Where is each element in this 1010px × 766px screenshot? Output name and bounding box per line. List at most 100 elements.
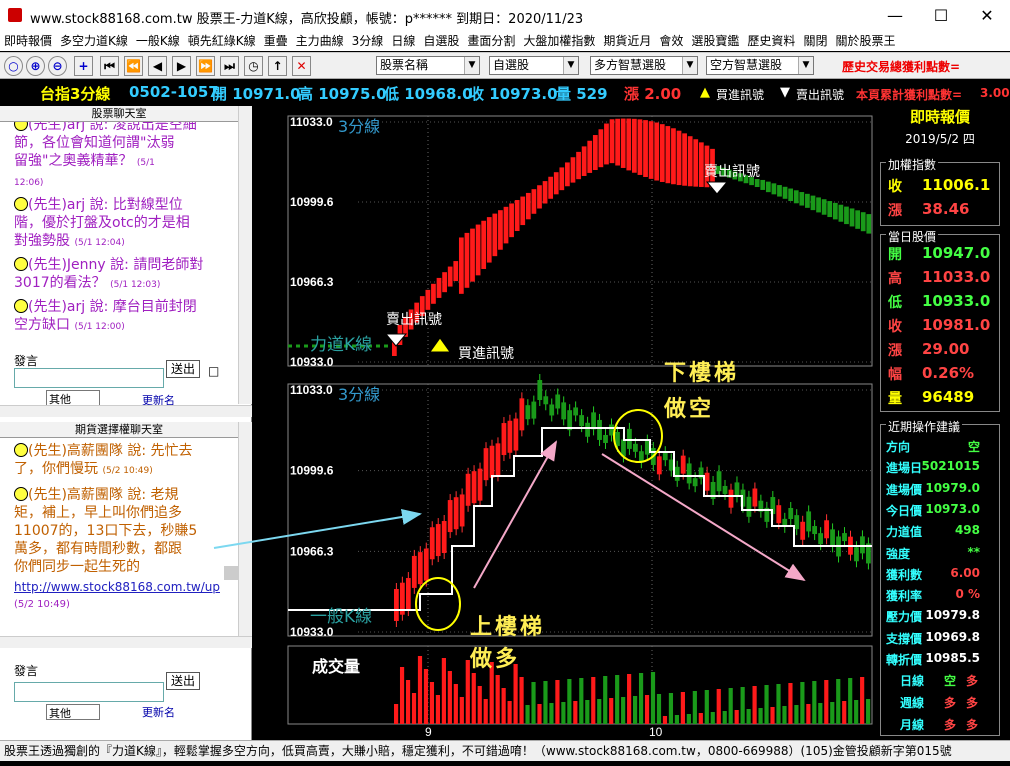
candle-body	[501, 423, 507, 456]
stock-name-select[interactable]: 股票名稱 ▼	[376, 56, 480, 75]
first-icon[interactable]: ⏮	[100, 56, 119, 76]
short-screener-select[interactable]: 空方智慧選股 ▼	[706, 56, 814, 75]
candle-body	[692, 478, 698, 487]
candle-body	[537, 380, 543, 400]
menu-item-redgreen-k[interactable]: 頓先紅綠K線	[184, 31, 260, 51]
zoom-in-icon[interactable]: ⊕	[26, 56, 45, 76]
power-k-bar	[860, 212, 866, 232]
candle-body	[519, 398, 525, 431]
identity-select[interactable]: 其他	[46, 390, 100, 406]
menu-item-screener[interactable]: 選股寶鑑	[687, 31, 743, 51]
chart-canvas[interactable]: 11033.0 10999.6 10966.3 10933.0 3分線 11033.0 10…	[252, 106, 878, 740]
menu-item-futures[interactable]: 期貨近月	[599, 31, 655, 51]
next-icon[interactable]: ▶	[172, 56, 191, 76]
volume-bar	[650, 672, 656, 724]
menu-item-close[interactable]: 關閉	[799, 31, 831, 51]
menu-item-daily[interactable]: 日線	[387, 31, 419, 51]
zoom-reset-icon[interactable]: ○	[4, 56, 23, 76]
login-checkbox[interactable]: □	[208, 364, 219, 378]
candle-body	[860, 536, 865, 554]
x-tick-label: 10	[649, 725, 663, 739]
volume-bar	[394, 704, 399, 724]
signal-label: 買進訊號	[458, 346, 514, 362]
send-button[interactable]: 送出	[166, 360, 200, 378]
stock-chat-scrollbar[interactable]	[238, 106, 252, 404]
chart-area[interactable]: 11033.0 10999.6 10966.3 10933.0 3分線 11033.0 10…	[252, 106, 878, 740]
futures-chat-input[interactable]	[14, 682, 164, 702]
rewind-icon[interactable]: ⏪	[124, 56, 143, 76]
menu-item-power-k[interactable]: 多空力道K線	[56, 31, 132, 51]
scroll-thumb[interactable]	[224, 566, 238, 580]
send-button-2[interactable]: 送出	[166, 672, 200, 690]
menu-item-main-curve[interactable]: 主力曲線	[292, 31, 348, 51]
menu-item-realtime[interactable]: 即時報價	[0, 31, 56, 51]
menu-item-overlay[interactable]: 重疊	[260, 31, 292, 51]
volume-bar	[758, 708, 763, 724]
volume-bar	[812, 681, 817, 724]
chat-link-time: (5/2 10:49)	[14, 599, 70, 610]
power-k-bar	[760, 179, 766, 190]
power-k-bar	[553, 172, 559, 195]
power-k-bar	[777, 185, 782, 197]
long-screener-select[interactable]: 多方智慧選股 ▼	[590, 56, 698, 75]
volume-bar	[638, 673, 644, 724]
volume-bar	[459, 697, 464, 724]
volume-bar	[513, 664, 518, 724]
menu-item-split[interactable]: 畫面分割	[463, 31, 519, 51]
ops-item-label: 今日價	[886, 503, 923, 518]
smiley-icon	[14, 443, 28, 457]
stock-chat-messages: (先生)arj 說: 凌說出是空細 節，各位會知道何謂"汰弱 留強"之奧義精華？ (…	[0, 122, 238, 348]
crosshair-icon[interactable]: +	[74, 56, 93, 76]
maximize-button[interactable]: ☐	[918, 0, 964, 31]
power-k-bar	[447, 266, 453, 287]
menu-item-performance[interactable]: 會效	[655, 31, 687, 51]
volume-bar	[543, 681, 548, 724]
power-k-bar	[509, 203, 514, 238]
menu-item-about[interactable]: 關於股票王	[831, 31, 899, 51]
futures-chat-scrollbar[interactable]	[238, 422, 252, 636]
signal-label: 賣出訊號	[704, 164, 760, 180]
clear-icon[interactable]: ✕	[292, 56, 311, 76]
candle-body	[453, 497, 459, 530]
menu-item-normal-k[interactable]: 一般K線	[132, 31, 184, 51]
stock-chat-input[interactable]	[14, 368, 164, 388]
power-k-bar	[782, 186, 788, 199]
prev-icon[interactable]: ◀	[148, 56, 167, 76]
pointer-icon[interactable]: ↑	[268, 56, 287, 76]
close-button[interactable]: ✕	[964, 0, 1010, 31]
volume-bar	[854, 700, 859, 724]
menu-item-history[interactable]: 歷史資料	[743, 31, 799, 51]
normal-k-label: 一般K線	[310, 607, 372, 627]
candle-body	[435, 524, 441, 557]
menu-item-watchlist[interactable]: 自選股	[419, 31, 463, 51]
power-k-bar	[832, 202, 838, 220]
identity-select-2[interactable]: 其他	[46, 704, 100, 720]
last-icon[interactable]: ⏭	[220, 56, 239, 76]
horizontal-scrollbar[interactable]	[0, 405, 252, 417]
power-k-bar	[503, 206, 509, 244]
price-value: 10947.0	[922, 244, 991, 262]
power-k-bar	[620, 118, 626, 168]
menu-item-index[interactable]: 大盤加權指數	[519, 31, 599, 51]
zoom-out-icon[interactable]: ⊖	[48, 56, 67, 76]
page-profit-value: 3.00	[980, 86, 1010, 100]
price-label: 量	[888, 391, 902, 407]
clock-icon[interactable]: ◷	[244, 56, 263, 76]
history-profit-link[interactable]: 歷史交易總獲利點數=	[842, 58, 960, 75]
power-k-bar	[799, 192, 805, 206]
power-k-bar	[576, 151, 581, 180]
power-k-bar	[665, 126, 671, 184]
volume-bar	[644, 695, 650, 724]
chat-link[interactable]: http://www.stock88168.com.tw/up	[0, 578, 238, 596]
minimize-button[interactable]: —	[872, 0, 918, 31]
volume-bar	[794, 705, 799, 724]
horizontal-scrollbar-2[interactable]	[0, 636, 252, 648]
forward-icon[interactable]: ⏩	[196, 56, 215, 76]
watchlist-select[interactable]: 自選股 ▼	[489, 56, 579, 75]
power-k-label: 力道K線	[310, 335, 372, 355]
index-up-value: 38.46	[922, 200, 970, 218]
more-link-2[interactable]: 更新名	[142, 704, 175, 720]
status-bar: 股票王透過獨創的『力道K線』，輕鬆掌握多空方向，低買高賣，大賺小賠，穩定獲利，不…	[0, 740, 1010, 761]
menu-item-3min[interactable]: 3分線	[348, 31, 388, 51]
candle-body	[579, 415, 585, 427]
